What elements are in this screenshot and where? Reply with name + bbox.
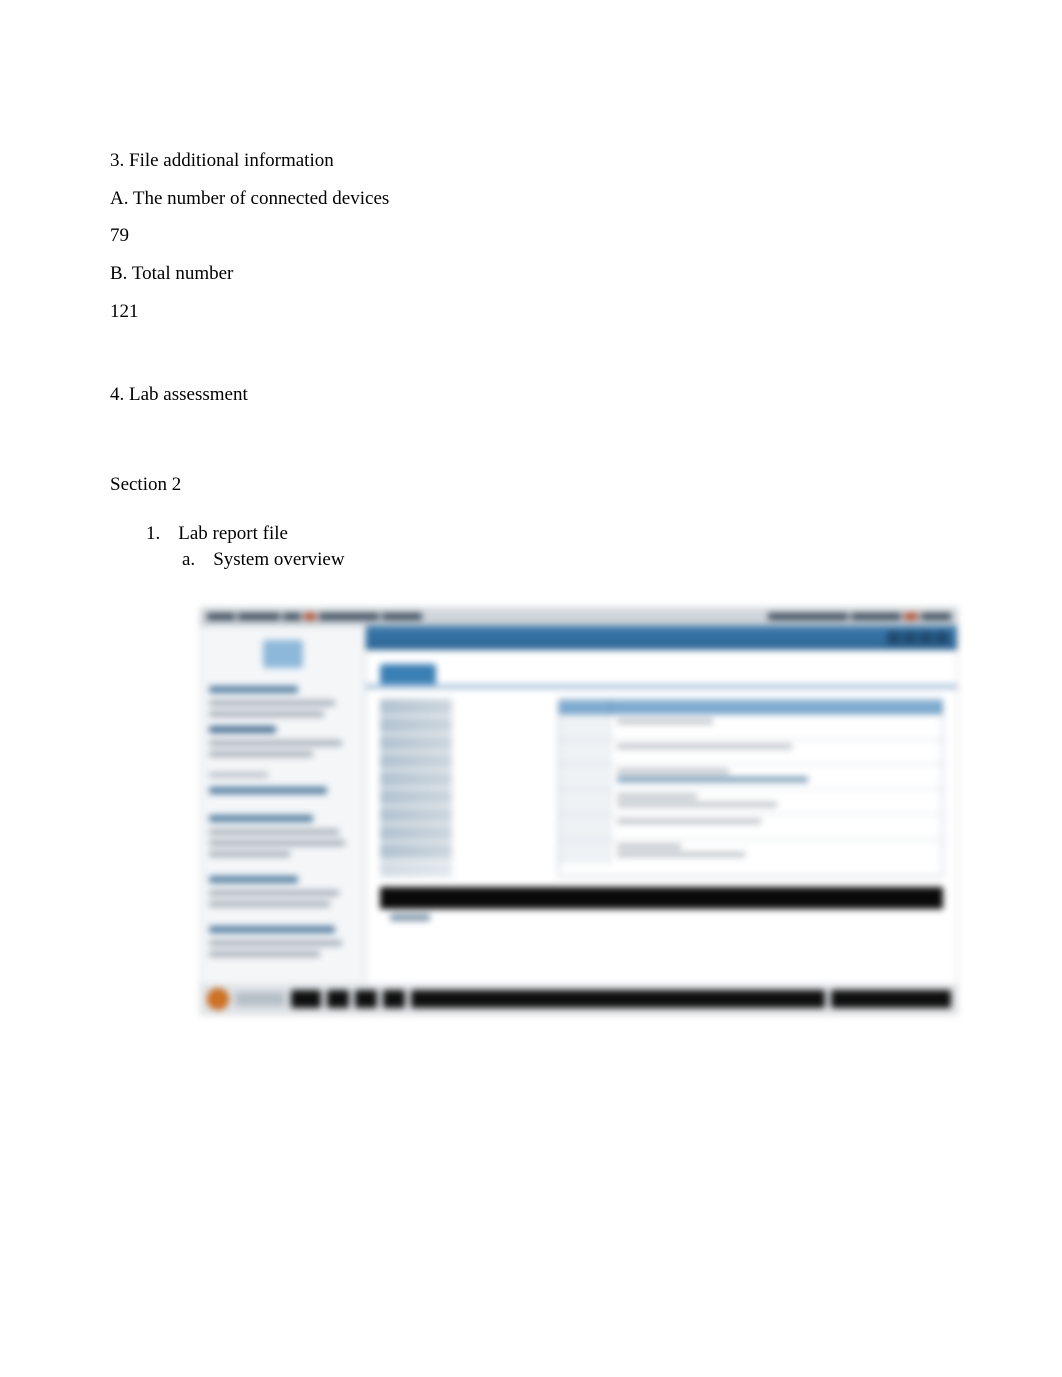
header-icon xyxy=(887,631,901,645)
sub-b-label: B. Total number xyxy=(110,261,952,287)
section-2-heading: Section 2 xyxy=(110,472,952,498)
info-table xyxy=(558,699,943,877)
sub-a-label: A. The number of connected devices xyxy=(110,186,952,212)
sub-b-value: 121 xyxy=(110,299,952,325)
list-item-system-overview: System overview xyxy=(213,547,344,573)
list-item-lab-report-file: Lab report file xyxy=(178,521,288,547)
header-icon xyxy=(935,631,949,645)
list-marker-1: 1. xyxy=(146,521,160,547)
embedded-screenshot xyxy=(200,607,958,1015)
sidebar-logo xyxy=(263,640,303,668)
screenshot-main xyxy=(366,626,957,1014)
start-button-icon xyxy=(207,988,229,1010)
content-tab xyxy=(380,664,436,684)
header-icon xyxy=(903,631,917,645)
sub-a-value: 79 xyxy=(110,223,952,249)
black-strip xyxy=(380,887,943,909)
screenshot-header-bar xyxy=(366,626,957,650)
screenshot-sidebar xyxy=(201,626,366,1014)
list-marker-a: a. xyxy=(182,547,195,573)
window-titlebar xyxy=(201,608,957,626)
heading-file-additional-info: 3. File additional information xyxy=(110,148,952,174)
side-chart xyxy=(380,699,452,877)
header-icon xyxy=(919,631,933,645)
heading-lab-assessment: 4. Lab assessment xyxy=(110,382,952,408)
screenshot-taskbar xyxy=(201,984,957,1014)
